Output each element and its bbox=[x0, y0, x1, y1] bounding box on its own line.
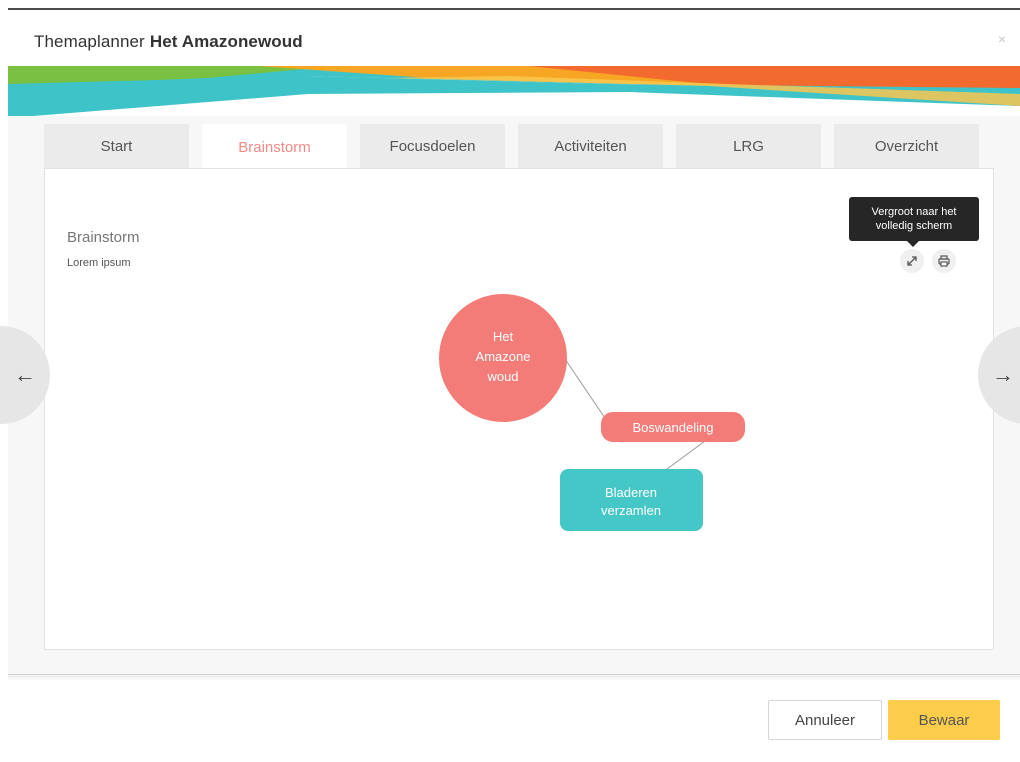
panel-area: Start Brainstorm Focusdoelen Activiteite… bbox=[8, 116, 1020, 680]
node-bladeren-line2: verzamlen bbox=[601, 503, 661, 518]
tab-start[interactable]: Start bbox=[44, 124, 189, 168]
connector-node1-node2 bbox=[666, 440, 706, 470]
title-prefix: Themaplanner bbox=[34, 32, 145, 51]
title-main: Het Amazonewoud bbox=[149, 32, 303, 51]
brainstorm-panel: Brainstorm Lorem ipsum Het Amazone woud … bbox=[44, 168, 994, 650]
footer-divider bbox=[8, 674, 1020, 675]
footer-divider-shadow bbox=[8, 676, 1020, 677]
center-node-line2: Amazone bbox=[476, 349, 531, 364]
node-bladeren-line1: Bladeren bbox=[605, 485, 657, 500]
tab-focusdoelen[interactable]: Focusdoelen bbox=[360, 124, 505, 168]
print-icon[interactable] bbox=[932, 249, 956, 273]
tab-brainstorm[interactable]: Brainstorm bbox=[202, 124, 347, 170]
tab-bar: Start Brainstorm Focusdoelen Activiteite… bbox=[44, 124, 984, 170]
modal-header: Themaplanner Het Amazonewoud × bbox=[8, 10, 1020, 68]
color-banner bbox=[8, 66, 1020, 118]
mindmap-node-bladeren[interactable] bbox=[560, 469, 703, 531]
arrow-left-icon: ← bbox=[14, 362, 36, 387]
center-node-line3: woud bbox=[486, 369, 518, 384]
fullscreen-tooltip: Vergroot naar het volledig scherm bbox=[849, 197, 979, 247]
expand-icon[interactable] bbox=[900, 249, 924, 273]
tab-lrg[interactable]: LRG bbox=[676, 124, 821, 168]
close-icon[interactable]: × bbox=[998, 32, 1006, 46]
tab-overzicht[interactable]: Overzicht bbox=[834, 124, 979, 168]
center-node-line1: Het bbox=[493, 329, 514, 344]
tooltip-line1: Vergroot naar het bbox=[871, 206, 957, 218]
cancel-button[interactable]: Annuleer bbox=[768, 700, 882, 740]
mindmap-canvas: Het Amazone woud Boswandeling Bladeren v… bbox=[439, 294, 745, 531]
save-button[interactable]: Bewaar bbox=[888, 700, 1000, 740]
modal-title: Themaplanner Het Amazonewoud bbox=[34, 32, 303, 52]
tooltip-line2: volledig scherm bbox=[875, 220, 953, 232]
tab-activiteiten[interactable]: Activiteiten bbox=[518, 124, 663, 168]
node-boswandeling-label: Boswandeling bbox=[633, 420, 714, 435]
themaplanner-modal: Themaplanner Het Amazonewoud × Start Brai… bbox=[0, 8, 1020, 762]
arrow-right-icon: → bbox=[992, 362, 1014, 387]
